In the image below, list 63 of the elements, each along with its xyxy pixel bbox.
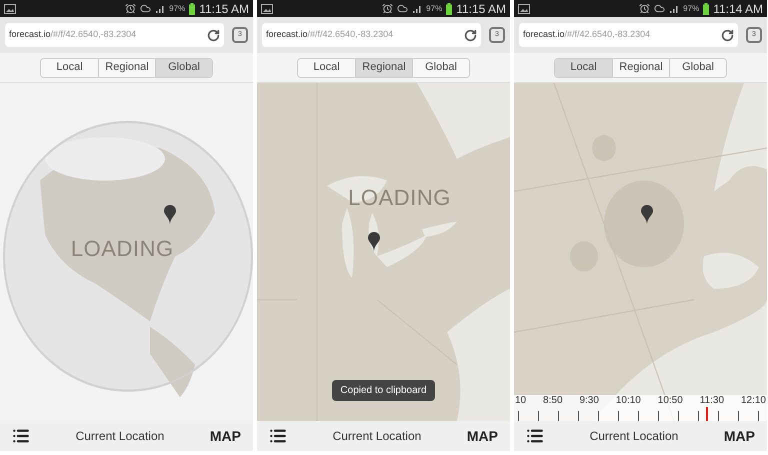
reload-icon[interactable] — [207, 28, 220, 42]
battery-percent: 97% — [169, 2, 186, 14]
clock-time: 11:15 AM — [199, 0, 249, 18]
signal-icon — [412, 4, 422, 14]
view-tab[interactable]: Global — [669, 58, 726, 76]
time-label: 8:50 — [543, 395, 563, 407]
view-tab[interactable]: Regional — [98, 58, 155, 76]
alarm-icon — [382, 3, 394, 14]
clock-time: 11:14 AM — [713, 0, 763, 18]
menu-icon[interactable] — [526, 427, 544, 445]
map-pin-icon — [164, 204, 176, 225]
address-bar[interactable]: forecast.io/#/f/42.6540,-83.2304 — [262, 23, 481, 47]
view-tab[interactable]: Local — [298, 58, 355, 76]
signal-icon — [669, 4, 680, 14]
location-title: Current Location — [74, 428, 166, 445]
battery-icon — [703, 2, 710, 14]
reload-icon[interactable] — [721, 28, 734, 42]
time-label: 9:30 — [579, 395, 599, 407]
battery-icon — [446, 2, 452, 14]
image-icon — [518, 4, 530, 14]
cloud-icon — [654, 3, 666, 14]
location-title: Current Location — [588, 428, 680, 445]
image-icon — [4, 4, 16, 14]
reload-icon[interactable] — [464, 28, 477, 42]
view-tab[interactable]: Regional — [355, 58, 412, 76]
map-pin-icon — [368, 232, 380, 252]
address-bar[interactable]: forecast.io/#/f/42.6540,-83.2304 — [519, 23, 738, 47]
timeline-bar[interactable]: 10 8:50 9:30 10:10 10:50 11:30 12:10 — [514, 395, 767, 421]
view-tab[interactable]: Global — [412, 58, 469, 76]
view-tab[interactable]: Global — [155, 58, 212, 76]
url-text: forecast.io/#/f/42.6540,-83.2304 — [266, 28, 394, 42]
loading-label: LOADING — [70, 234, 174, 263]
signal-icon — [155, 4, 166, 14]
time-label: 10:10 — [616, 395, 641, 407]
view-tab[interactable]: Regional — [612, 58, 669, 76]
map-button[interactable]: MAP — [724, 426, 755, 446]
cloud-icon — [397, 3, 408, 14]
url-text: forecast.io/#/f/42.6540,-83.2304 — [9, 28, 136, 42]
view-tab[interactable]: Local — [555, 58, 612, 76]
menu-icon[interactable] — [12, 427, 30, 445]
view-tab[interactable]: Local — [41, 58, 98, 76]
time-label: 11:30 — [700, 395, 724, 407]
toast-message: Copied to clipboard — [332, 380, 435, 401]
map-button[interactable]: MAP — [210, 426, 241, 446]
address-bar[interactable]: forecast.io/#/f/42.6540,-83.2304 — [5, 23, 224, 47]
battery-icon — [189, 2, 196, 14]
map-pin-icon — [640, 204, 652, 225]
battery-percent: 97% — [426, 2, 442, 14]
loading-label: LOADING — [348, 184, 451, 212]
map-button[interactable]: MAP — [466, 426, 498, 446]
cloud-icon — [140, 3, 152, 14]
alarm-icon — [125, 3, 136, 14]
time-label: 12:10 — [740, 395, 766, 407]
menu-icon[interactable] — [269, 427, 287, 445]
location-title: Current Location — [332, 428, 422, 445]
image-icon — [261, 4, 273, 14]
time-label: 10:50 — [658, 395, 683, 407]
alarm-icon — [639, 3, 650, 14]
url-text: forecast.io/#/f/42.6540,-83.2304 — [523, 28, 650, 42]
time-label: 10 — [515, 395, 526, 407]
clock-time: 11:15 AM — [456, 0, 506, 18]
battery-percent: 97% — [683, 2, 700, 14]
current-time-marker[interactable] — [706, 407, 708, 421]
